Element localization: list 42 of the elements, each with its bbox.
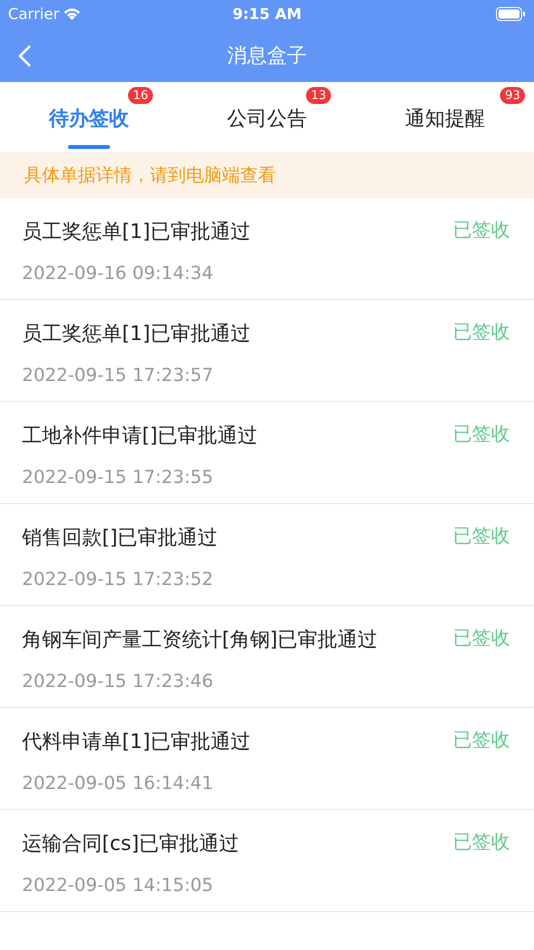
message-time: 2022-09-15 17:23:57 xyxy=(22,364,214,388)
message-time: 2022-09-15 17:23:55 xyxy=(22,466,214,490)
back-button[interactable] xyxy=(18,43,32,68)
tab[interactable]: 公司公告 13 xyxy=(178,82,356,153)
message-title: 员工奖惩单[1]已审批通过 xyxy=(22,320,250,347)
page-title: 消息盒子 xyxy=(227,42,307,69)
message-row[interactable]: 员工奖惩单[1]已审批通过 2022-09-15 17:23:57 已签收 xyxy=(0,300,534,402)
message-title: 运输合同[cs]已审批通过 xyxy=(22,830,240,857)
status-text: 已签收 xyxy=(453,524,510,549)
status-text: 已签收 xyxy=(453,626,510,651)
message-row[interactable]: 工地补件申请[]已审批通过 2022-09-15 17:23:55 已签收 xyxy=(0,402,534,504)
message-title: 员工奖惩单[1]已审批通过 xyxy=(22,218,250,245)
status-text: 已签收 xyxy=(453,728,510,753)
clock-time: 9:15 AM xyxy=(232,4,302,25)
count-badge: 93 xyxy=(500,87,526,104)
message-row[interactable]: 代料申请单[1]已审批通过 2022-09-05 16:14:41 已签收 xyxy=(0,708,534,810)
message-title: 代料申请单[1]已审批通过 xyxy=(22,728,250,755)
tab-underline xyxy=(68,145,110,149)
status-text: 已签收 xyxy=(453,830,510,855)
message-time: 2022-09-16 09:14:34 xyxy=(22,262,214,286)
status-text: 已签收 xyxy=(453,320,510,345)
status-text: 已签收 xyxy=(453,218,510,243)
message-title: 角钢车间产量工资统计[角钢]已审批通过 xyxy=(22,626,378,653)
message-title: 工地补件申请[]已审批通过 xyxy=(22,422,258,449)
battery-icon xyxy=(496,7,526,21)
notice-text: 具体单据详情，请到电脑端查看 xyxy=(0,153,534,198)
message-row[interactable]: 员工奖惩单[1]已审批通过 2022-09-16 09:14:34 已签收 xyxy=(0,198,534,300)
carrier-name: Carrier xyxy=(8,4,60,25)
message-row[interactable]: 运输合同[cs]已审批通过 2022-09-05 14:15:05 已签收 xyxy=(0,810,534,912)
message-time: 2022-09-05 16:14:41 xyxy=(22,772,214,796)
message-time: 2022-09-05 14:15:05 xyxy=(22,874,214,898)
message-time: 2022-09-15 17:23:52 xyxy=(22,568,214,592)
count-badge: 16 xyxy=(128,87,154,104)
message-row[interactable]: 销售回款[]已审批通过 2022-09-15 17:23:52 已签收 xyxy=(0,504,534,606)
wifi-icon xyxy=(63,7,82,21)
message-row[interactable]: 角钢车间产量工资统计[角钢]已审批通过 2022-09-15 17:23:46 已签收 xyxy=(0,606,534,708)
status-text: 已签收 xyxy=(453,422,510,447)
tab[interactable]: 通知提醒 93 xyxy=(356,82,534,153)
message-time: 2022-09-15 17:23:46 xyxy=(22,670,214,694)
message-title: 销售回款[]已审批通过 xyxy=(22,524,218,551)
count-badge: 13 xyxy=(306,87,332,104)
tab[interactable]: 待办签收 16 xyxy=(0,82,178,153)
